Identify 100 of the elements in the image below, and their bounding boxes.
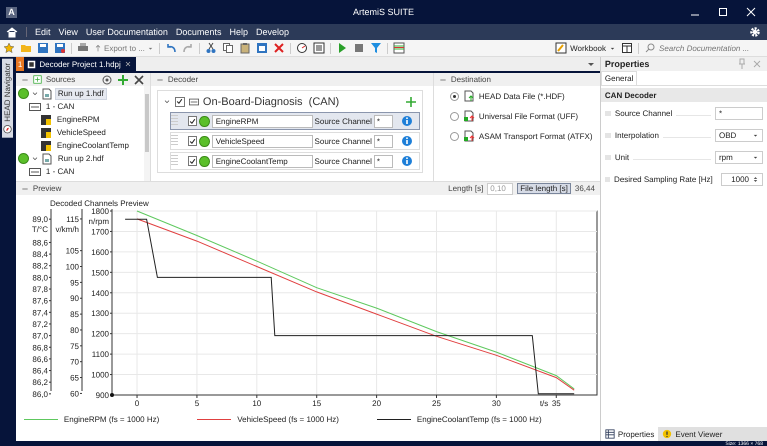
export-button[interactable]: Export to ... xyxy=(94,44,154,52)
search-field[interactable]: Search Documentation ... xyxy=(644,42,764,54)
menu-item[interactable]: Develop xyxy=(256,27,289,37)
check-icon xyxy=(176,98,184,105)
check-icon xyxy=(189,138,196,144)
maximize-icon[interactable] xyxy=(717,6,729,18)
checkbox[interactable] xyxy=(188,136,198,146)
tick-label: 85 xyxy=(70,310,79,320)
info-icon[interactable] xyxy=(400,115,413,127)
delete-icon[interactable] xyxy=(272,42,285,54)
add-icon[interactable] xyxy=(404,96,417,108)
panel-tab[interactable]: Properties xyxy=(600,427,658,441)
tick-label: 90 xyxy=(70,294,79,304)
source-field[interactable]: * xyxy=(374,114,393,128)
name-field[interactable]: EngineCoolantTemp xyxy=(212,154,313,168)
paste-icon[interactable] xyxy=(238,42,251,54)
field-label: Source Channel xyxy=(314,156,372,166)
target-icon[interactable] xyxy=(100,74,113,86)
collapse-icon[interactable] xyxy=(30,154,39,162)
checkbox[interactable] xyxy=(174,96,185,106)
dropdown[interactable]: rpm xyxy=(715,150,763,164)
channel-row[interactable]: EngineCoolantTemp Source Channel * xyxy=(170,152,420,170)
check-icon xyxy=(189,158,196,164)
check-icon xyxy=(189,118,196,124)
legend-line xyxy=(376,418,411,420)
radio-button[interactable] xyxy=(450,132,459,140)
tick-label: 87,8 xyxy=(32,285,48,294)
file-length-button[interactable]: File length [s] xyxy=(517,183,571,194)
tree-item[interactable]: VehicleSpeed xyxy=(54,126,109,138)
legend-label: EngineCoolantTemp (fs = 1000 Hz) xyxy=(416,414,542,424)
scrollbar-thumb[interactable] xyxy=(144,94,149,152)
dropdown[interactable]: OBD xyxy=(715,128,763,142)
home-icon[interactable] xyxy=(6,26,18,38)
save-as-icon[interactable] xyxy=(54,42,66,54)
tick-label: 87,2 xyxy=(32,320,48,329)
layout-icon[interactable] xyxy=(392,42,405,54)
tick-label: 88,2 xyxy=(32,262,48,271)
channel-icon xyxy=(40,126,52,138)
source-field[interactable]: * xyxy=(374,134,393,148)
radio-button[interactable] xyxy=(450,112,459,120)
tree-item[interactable]: Run up 2.hdf xyxy=(54,152,107,164)
status-dot xyxy=(199,116,210,126)
tree-item[interactable]: EngineCoolantTemp xyxy=(54,140,132,152)
general-tab[interactable]: General xyxy=(600,71,638,85)
undo-icon[interactable] xyxy=(164,42,177,54)
panel-title: Preview xyxy=(32,184,62,193)
checkbox[interactable] xyxy=(188,116,198,126)
info-icon[interactable] xyxy=(400,155,413,167)
panel-icon[interactable] xyxy=(621,42,633,54)
cut-icon[interactable] xyxy=(204,42,217,54)
tree-item[interactable]: Run up 1.hdf xyxy=(54,88,107,100)
menu-item[interactable]: User Documentation xyxy=(86,27,168,37)
radio-button[interactable] xyxy=(450,92,459,100)
section-header: CAN Decoder xyxy=(600,88,767,102)
text-field[interactable]: * xyxy=(715,106,763,120)
status-dot xyxy=(199,136,210,146)
source-field[interactable]: * xyxy=(374,154,393,168)
collapse-icon[interactable] xyxy=(162,98,171,106)
workbook-button[interactable]: Workbook xyxy=(555,42,616,54)
file-icon xyxy=(462,110,475,122)
upload-icon xyxy=(94,44,102,52)
copy-icon[interactable] xyxy=(222,42,234,54)
tick-label: 5 xyxy=(194,399,200,408)
document-tab[interactable]: 1 Decoder Project 1.hdpj xyxy=(16,57,136,71)
checkbox[interactable] xyxy=(188,156,198,166)
filter-icon[interactable] xyxy=(370,42,382,54)
tick-label: 1500 xyxy=(91,268,109,278)
tree-item[interactable]: 1 - CAN xyxy=(42,166,78,178)
channel-row[interactable]: VehicleSpeed Source Channel * xyxy=(170,132,420,150)
list-icon[interactable] xyxy=(312,42,325,54)
option-label: ASAM Transport Format (ATFX) xyxy=(478,132,593,140)
app-logo: A xyxy=(6,6,17,18)
navigator-tab[interactable]: HEAD Navigator xyxy=(2,59,14,138)
file-icon xyxy=(462,90,475,102)
name-field[interactable]: EngineRPM xyxy=(212,114,313,128)
tree-item[interactable]: EngineRPM xyxy=(54,114,103,126)
tree-item[interactable]: 1 - CAN xyxy=(42,100,78,112)
collapse-icon[interactable] xyxy=(30,90,39,98)
spinner-field[interactable]: 1000 xyxy=(720,172,763,186)
close-icon[interactable] xyxy=(132,74,145,86)
property-label: Source Channel xyxy=(614,108,672,118)
menu-item[interactable]: Edit xyxy=(35,27,51,37)
menu-item[interactable]: Help xyxy=(229,27,248,37)
window-icon[interactable] xyxy=(256,42,268,54)
channel-row[interactable]: EngineRPM Source Channel * xyxy=(170,112,420,130)
field-label: Source Channel xyxy=(314,136,372,146)
settings-icon[interactable] xyxy=(749,26,761,38)
save-icon[interactable] xyxy=(37,42,49,54)
star-icon[interactable] xyxy=(3,42,15,54)
menu-item[interactable]: Documents xyxy=(176,27,222,37)
bus-icon xyxy=(188,96,199,106)
tick-label: 86,4 xyxy=(32,366,48,376)
tick-label: 86,0 xyxy=(32,390,48,399)
stop-icon[interactable] xyxy=(352,42,365,54)
file-icon xyxy=(462,130,475,142)
info-icon[interactable] xyxy=(400,135,413,147)
print-icon[interactable] xyxy=(77,42,89,54)
gauge-icon[interactable] xyxy=(296,42,308,54)
name-field[interactable]: VehicleSpeed xyxy=(212,134,313,148)
menu-item[interactable]: View xyxy=(58,27,78,37)
